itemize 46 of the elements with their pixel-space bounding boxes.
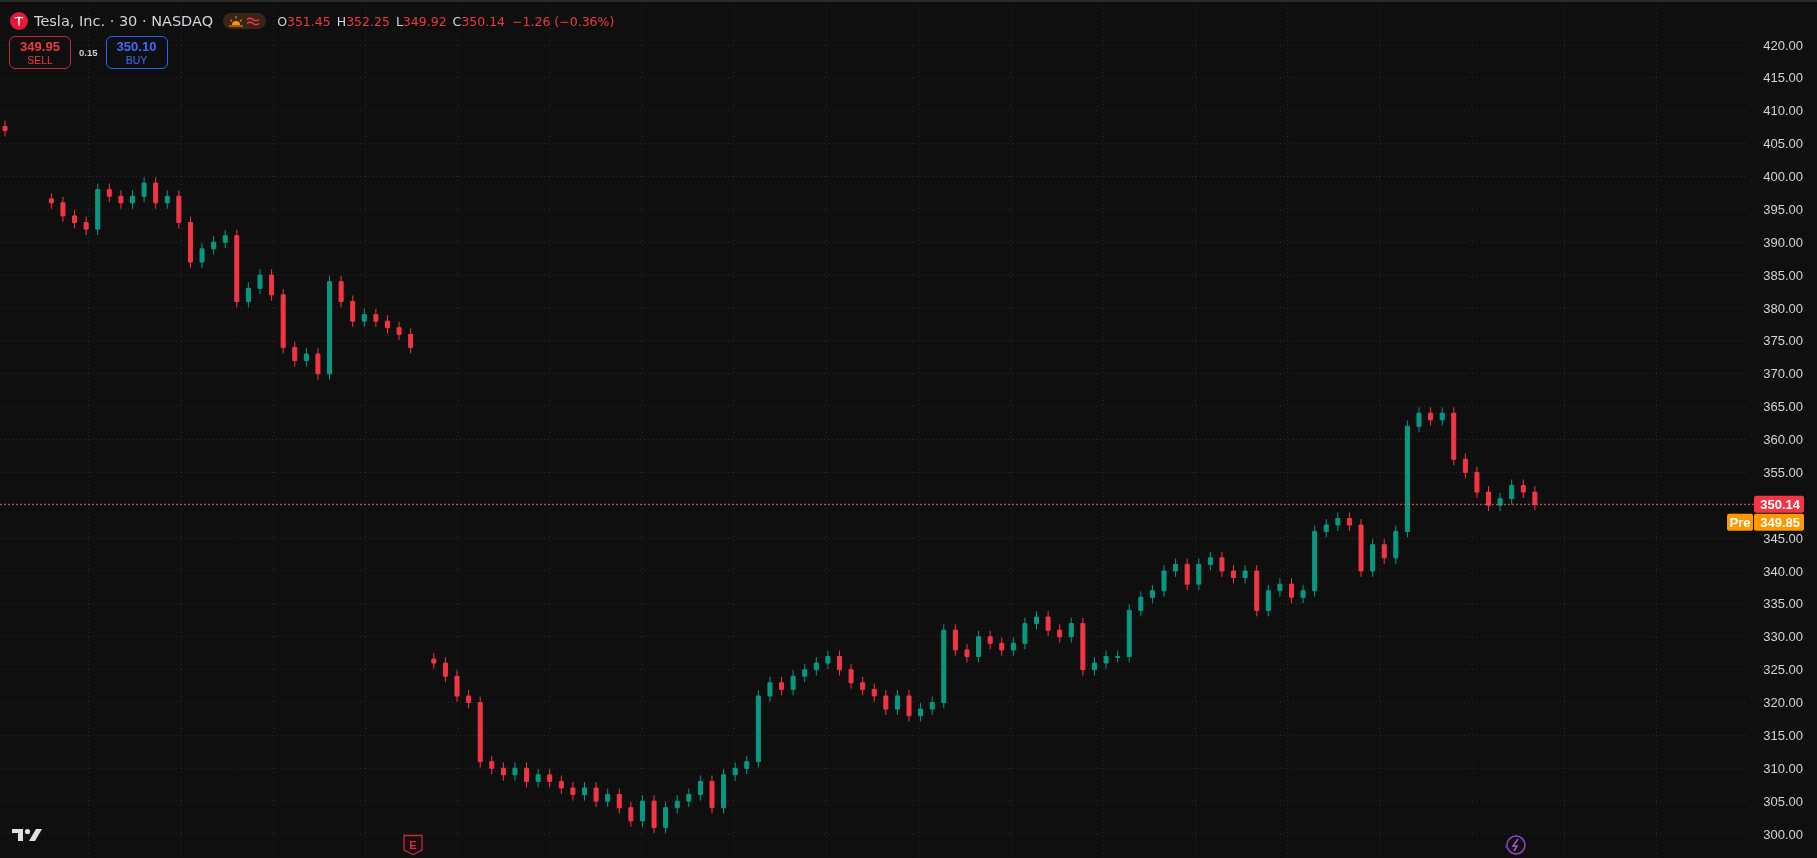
ohlc-label: H	[336, 13, 347, 29]
ohlc-value: 350.14	[461, 13, 506, 29]
lightning-icon[interactable]	[1505, 835, 1526, 855]
price-tick-label: 320.00	[1763, 695, 1803, 710]
price-change: −1.26 (−0.36%)	[512, 13, 615, 29]
price-tick-label: 365.00	[1763, 399, 1803, 415]
symbol-title: Tesla, Inc. · 30 · NASDAQ	[34, 13, 214, 29]
price-tick-label: 305.00	[1763, 793, 1803, 809]
price-tick-label: 315.00	[1763, 727, 1803, 743]
price-tick-label: 360.00	[1763, 432, 1803, 447]
last-price-tag: 350.14	[1754, 495, 1804, 513]
price-tick-label: 405.00	[1763, 136, 1803, 152]
ohlc-value: 351.45	[286, 13, 331, 29]
buy-button[interactable]: 350.10 BUY	[105, 36, 168, 69]
price-tick-label: 420.00	[1763, 37, 1803, 53]
price-tick-label: 370.00	[1763, 366, 1803, 382]
ohlc-label: C	[452, 13, 462, 29]
price-tick-label: 335.00	[1763, 596, 1803, 612]
price-tick-label: 325.00	[1763, 662, 1803, 678]
price-tick-label: 390.00	[1763, 234, 1803, 250]
price-tick-label: 355.00	[1763, 464, 1803, 480]
ohlc-label: O	[277, 13, 287, 29]
price-tick-label: 340.00	[1763, 563, 1803, 579]
price-tick-label: 375.00	[1763, 333, 1803, 349]
price-tick-label: 380.00	[1763, 300, 1803, 316]
sell-button[interactable]: 349.95 SELL	[9, 36, 71, 69]
price-tick-label: 385.00	[1763, 267, 1803, 283]
wave-icon	[246, 15, 261, 27]
logo-icon	[10, 12, 28, 30]
price-tick-label: 300.00	[1763, 826, 1803, 842]
earnings-marker[interactable]: E	[403, 834, 423, 856]
pre-market-price-tag: 349.85	[1754, 513, 1804, 531]
pre-market-label: Pre	[1727, 513, 1753, 531]
ohlc-value: 349.92	[402, 13, 447, 29]
price-tick-label: 400.00	[1763, 169, 1803, 184]
sun-icon	[229, 15, 244, 27]
spread-value: 0.15	[79, 47, 98, 58]
price-tick-label: 330.00	[1763, 629, 1803, 645]
ohlc-label: L	[395, 13, 403, 29]
price-tick-label: 310.00	[1763, 760, 1803, 776]
ohlc-value: 352.25	[346, 13, 390, 29]
price-tick-label: 410.00	[1763, 103, 1803, 119]
price-tick-label: 345.00	[1763, 530, 1803, 546]
logo-icon	[12, 828, 42, 841]
price-tick-label: 415.00	[1763, 70, 1803, 86]
price-tick-label: 395.00	[1763, 201, 1803, 217]
